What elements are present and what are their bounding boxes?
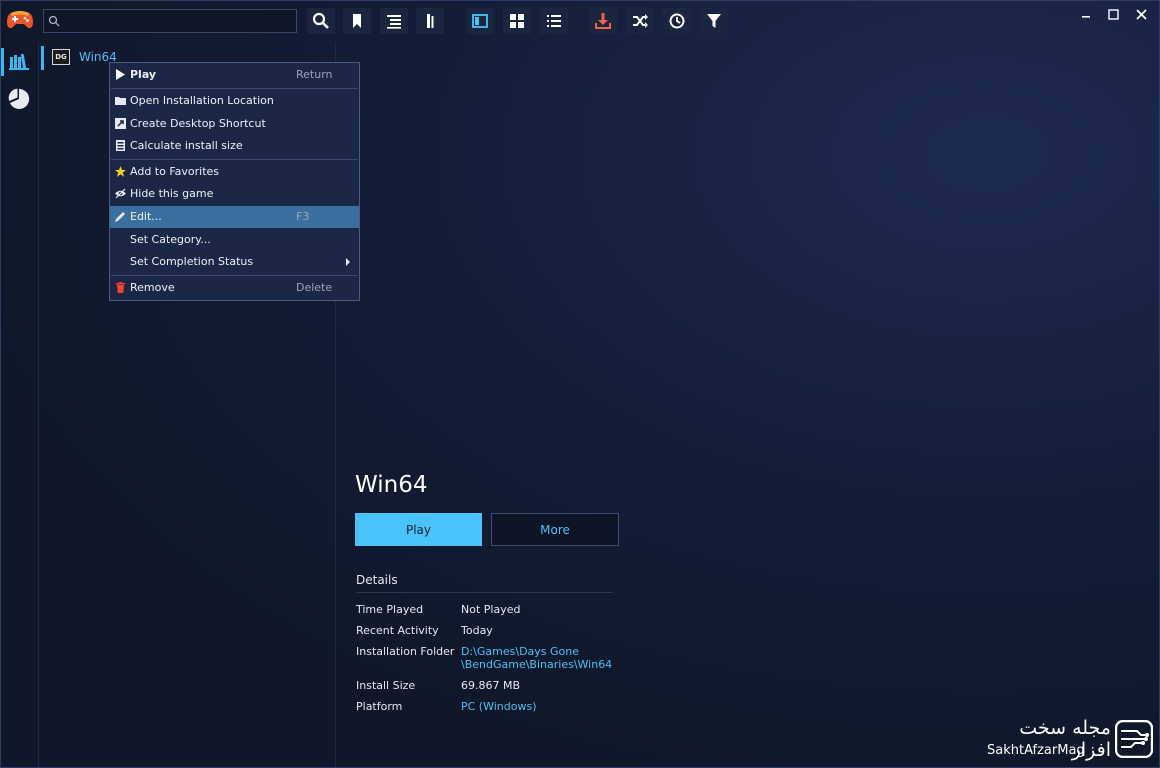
menu-item-open-location[interactable]: Open Installation Location xyxy=(110,90,359,112)
bookmark-button[interactable] xyxy=(343,8,371,34)
search-button[interactable] xyxy=(307,8,335,34)
menu-item-remove[interactable]: Remove Delete xyxy=(110,277,359,299)
detail-key-recent-activity: Recent Activity xyxy=(356,624,439,637)
menu-item-calculate-size[interactable]: Calculate install size xyxy=(110,135,359,157)
list-sort-icon xyxy=(387,15,401,29)
update-icon xyxy=(669,13,685,29)
group-button[interactable] xyxy=(416,8,444,34)
game-icon: DG xyxy=(52,49,70,65)
minimize-icon xyxy=(1082,16,1090,18)
sidebar xyxy=(0,42,38,768)
menu-item-play[interactable]: Play Return xyxy=(110,64,359,86)
close-icon xyxy=(1135,8,1147,20)
menu-item-label: Remove xyxy=(130,281,175,294)
random-game-button[interactable] xyxy=(626,8,654,34)
grid-view-button[interactable] xyxy=(503,8,531,34)
search-icon xyxy=(312,12,329,29)
minimize-button[interactable] xyxy=(1076,6,1096,22)
detail-key-install-size: Install Size xyxy=(356,679,416,692)
eye-icon xyxy=(115,188,126,199)
detail-key-platform: Platform xyxy=(356,700,403,713)
library-icon xyxy=(9,53,29,70)
menu-item-create-shortcut[interactable]: Create Desktop Shortcut xyxy=(110,113,359,135)
bookmark-icon xyxy=(353,14,361,28)
sidebar-item-library[interactable] xyxy=(0,44,38,78)
menu-item-label: Add to Favorites xyxy=(130,165,220,178)
menu-item-shortcut: F3 xyxy=(296,210,310,223)
download-button[interactable] xyxy=(589,8,617,34)
watermark-english-text: SakhtAfzarMag xyxy=(987,743,1085,758)
menu-item-label: Calculate install size xyxy=(130,139,243,152)
search-box[interactable] xyxy=(43,9,297,33)
statistics-icon xyxy=(8,88,30,109)
search-input[interactable] xyxy=(64,12,294,32)
menu-item-edit[interactable]: Edit... F3 xyxy=(110,206,359,228)
filter-button[interactable] xyxy=(700,8,728,34)
filter-icon xyxy=(707,14,721,28)
menu-item-shortcut: Return xyxy=(296,68,333,81)
folder-path-line-2: \BendGame\Binaries\Win64 xyxy=(461,658,613,671)
circuit-logo-icon xyxy=(1115,720,1153,758)
playnite-logo-icon[interactable] xyxy=(6,7,34,33)
menu-item-set-completion-status[interactable]: Set Completion Status xyxy=(110,251,359,273)
active-indicator xyxy=(1,48,4,76)
star-icon xyxy=(115,166,126,177)
detail-value-install-size: 69.867 MB xyxy=(461,679,521,692)
maximize-button[interactable] xyxy=(1103,6,1123,22)
edit-icon xyxy=(115,212,125,222)
detail-value-installation-folder[interactable]: D:\Games\Days Gone \BendGame\Binaries\Wi… xyxy=(461,645,612,671)
play-icon xyxy=(116,69,125,80)
sidebar-item-statistics[interactable] xyxy=(0,82,38,116)
details-divider xyxy=(356,592,613,593)
menu-item-label: Hide this game xyxy=(130,187,214,200)
details-view-icon xyxy=(472,14,488,28)
grid-view-icon xyxy=(510,14,524,28)
menu-item-label: Create Desktop Shortcut xyxy=(130,117,266,130)
detail-value-time-played: Not Played xyxy=(461,603,521,616)
random-icon xyxy=(633,14,648,28)
maximize-icon xyxy=(1107,8,1119,20)
menu-item-label: Play xyxy=(130,68,157,81)
sort-button[interactable] xyxy=(380,8,408,34)
group-icon xyxy=(427,14,434,28)
menu-separator xyxy=(111,159,358,160)
submenu-arrow-icon xyxy=(346,258,350,266)
shortcut-icon xyxy=(115,118,126,129)
menu-item-label: Set Category... xyxy=(130,233,211,246)
menu-separator xyxy=(111,275,358,276)
detail-value-platform[interactable]: PC (Windows) xyxy=(461,700,537,713)
menu-item-label: Set Completion Status xyxy=(130,255,254,268)
menu-item-add-favorites[interactable]: Add to Favorites xyxy=(110,161,359,183)
menu-separator xyxy=(111,88,358,89)
detail-value-recent-activity: Today xyxy=(461,624,493,637)
update-button[interactable] xyxy=(663,8,691,34)
details-heading: Details xyxy=(356,573,398,587)
list-view-icon xyxy=(547,15,561,27)
menu-item-set-category[interactable]: Set Category... xyxy=(110,229,359,251)
menu-item-shortcut: Delete xyxy=(296,281,333,294)
folder-icon xyxy=(115,97,126,105)
close-button[interactable] xyxy=(1131,6,1151,22)
disk-icon xyxy=(116,140,125,151)
menu-item-hide-game[interactable]: Hide this game xyxy=(110,183,359,205)
watermark: مجله سخت افزار SakhtAfzarMag xyxy=(987,717,1155,763)
list-view-button[interactable] xyxy=(540,8,568,34)
trash-icon xyxy=(116,282,125,293)
top-toolbar xyxy=(0,0,1160,42)
context-menu: Play Return Open Installation Location C… xyxy=(109,62,360,301)
game-title: Win64 xyxy=(355,472,428,498)
menu-item-label: Open Installation Location xyxy=(130,94,274,107)
selection-indicator xyxy=(41,46,44,70)
search-icon xyxy=(48,15,60,27)
download-icon xyxy=(595,13,611,29)
detail-key-installation-folder: Installation Folder xyxy=(356,645,455,658)
detail-key-time-played: Time Played xyxy=(356,603,424,616)
details-view-button[interactable] xyxy=(466,8,494,34)
folder-path-line-1: D:\Games\Days Gone xyxy=(461,645,580,658)
more-button[interactable]: More xyxy=(491,513,619,546)
play-button[interactable]: Play xyxy=(355,513,482,546)
menu-item-label: Edit... xyxy=(130,210,162,223)
